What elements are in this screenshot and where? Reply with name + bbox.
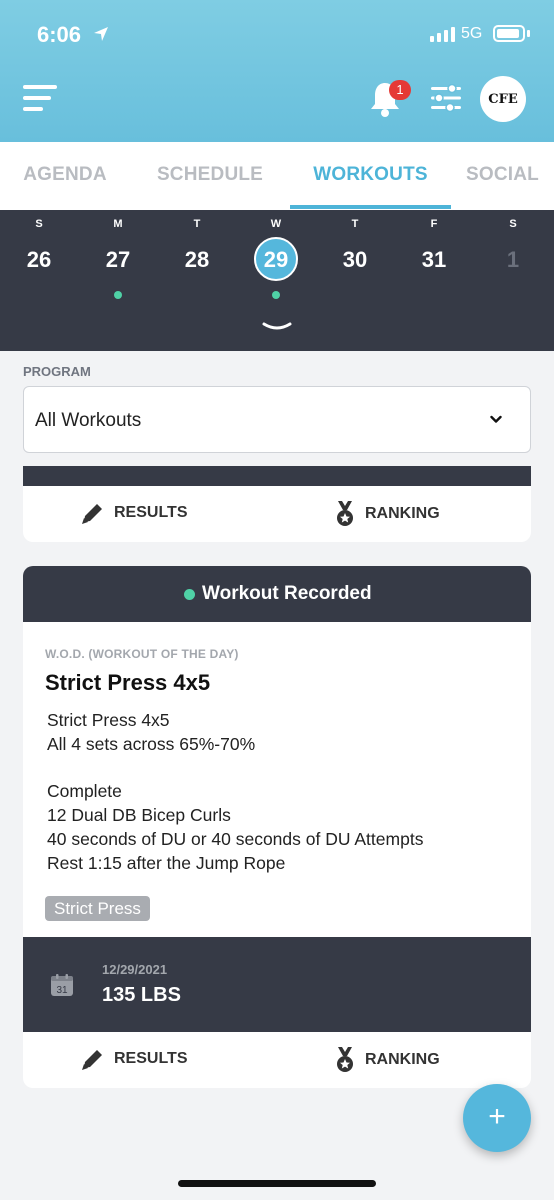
workout-card: Workout Recorded W.O.D. (WORKOUT OF THE … xyxy=(23,566,531,1088)
day-of-week: W xyxy=(270,218,282,230)
results-button[interactable]: RESULTS xyxy=(80,500,187,526)
day-number: 27 xyxy=(105,247,131,272)
workout-description-line: Strict Press 4x5 xyxy=(47,710,170,730)
workout-indicator-dot xyxy=(114,291,122,299)
gym-logo-avatar[interactable]: CFE xyxy=(480,76,526,122)
workout-title: Strict Press 4x5 xyxy=(45,670,211,695)
ranking-label: RANKING xyxy=(365,505,440,522)
location-arrow-icon xyxy=(94,27,108,41)
day-of-week: T xyxy=(351,218,359,230)
recorded-result[interactable]: 31 12/29/2021 135 LBS xyxy=(23,937,531,1032)
day-of-week: T xyxy=(193,218,201,230)
day-of-week: S xyxy=(509,218,517,230)
workout-status: Workout Recorded xyxy=(202,583,372,604)
app-header: 6:06 5G 1 CFE xyxy=(0,0,554,142)
recorded-dot-icon xyxy=(184,589,195,600)
battery-icon xyxy=(493,25,525,42)
day-number: 30 xyxy=(342,247,368,272)
result-date: 12/29/2021 xyxy=(102,962,168,977)
workout-description-line: Rest 1:15 after the Jump Rope xyxy=(47,853,286,873)
tab-schedule[interactable]: SCHEDULE xyxy=(130,142,290,210)
results-label: RESULTS xyxy=(114,504,188,521)
day-of-week: F xyxy=(430,218,438,230)
tab-bar: AGENDA SCHEDULE WORKOUTS SOCIAL xyxy=(0,142,554,210)
filter-sliders-icon[interactable] xyxy=(430,84,462,112)
ranking-button[interactable]: RANKING xyxy=(333,1046,440,1074)
signal-icon xyxy=(430,27,455,42)
active-tab-indicator xyxy=(290,205,451,209)
battery-tip xyxy=(527,30,530,37)
program-select[interactable]: All Workouts xyxy=(23,386,531,453)
movement-tag[interactable]: Strict Press xyxy=(45,896,150,921)
home-indicator[interactable] xyxy=(178,1180,376,1187)
workout-indicator-dot xyxy=(272,291,280,299)
program-select-value: All Workouts xyxy=(35,410,142,431)
status-time: 6:06 xyxy=(37,22,82,47)
workout-description-line: 40 seconds of DU or 40 seconds of DU Att… xyxy=(47,829,424,849)
day-of-week: M xyxy=(113,218,123,230)
workout-card-header: Workout Recorded xyxy=(23,566,531,622)
pencil-icon xyxy=(82,1050,102,1070)
workout-category: W.O.D. (WORKOUT OF THE DAY) xyxy=(45,647,239,661)
results-button[interactable]: RESULTS xyxy=(80,1046,187,1072)
tab-social[interactable]: SOCIAL xyxy=(451,142,554,210)
day-of-week: S xyxy=(35,218,43,230)
result-value: 135 LBS xyxy=(102,984,181,1006)
add-button[interactable]: + xyxy=(463,1084,531,1152)
day-number: 28 xyxy=(184,247,210,272)
calendar-icon-day: 31 xyxy=(56,985,68,996)
medal-icon xyxy=(337,1047,353,1072)
expand-calendar-chevron-icon[interactable] xyxy=(261,320,293,334)
day-number: 26 xyxy=(26,247,52,272)
card-header-strip xyxy=(23,466,531,486)
workout-description-line: 12 Dual DB Bicep Curls xyxy=(47,805,231,825)
hamburger-menu-icon[interactable] xyxy=(23,85,57,111)
calendar-icon: 31 xyxy=(51,974,73,996)
program-label: PROGRAM xyxy=(23,364,91,379)
chevron-down-icon xyxy=(490,415,502,423)
tab-agenda[interactable]: AGENDA xyxy=(0,142,130,210)
network-type: 5G xyxy=(461,25,483,42)
pencil-icon xyxy=(82,504,102,524)
notification-badge: 1 xyxy=(389,80,411,100)
workout-description-line: Complete xyxy=(47,781,122,801)
day-number: 31 xyxy=(421,247,447,272)
day-number: 29 xyxy=(263,247,289,272)
results-label: RESULTS xyxy=(114,1050,188,1067)
ranking-label: RANKING xyxy=(365,1051,440,1068)
day-number: 1 xyxy=(506,247,520,272)
medal-icon xyxy=(337,501,353,526)
workout-description-line: All 4 sets across 65%-70% xyxy=(47,734,256,754)
ranking-button[interactable]: RANKING xyxy=(333,500,440,528)
previous-workout-card: RESULTS RANKING xyxy=(23,466,531,542)
avatar-text: CFE xyxy=(488,91,518,107)
tab-workouts[interactable]: WORKOUTS xyxy=(290,142,451,210)
